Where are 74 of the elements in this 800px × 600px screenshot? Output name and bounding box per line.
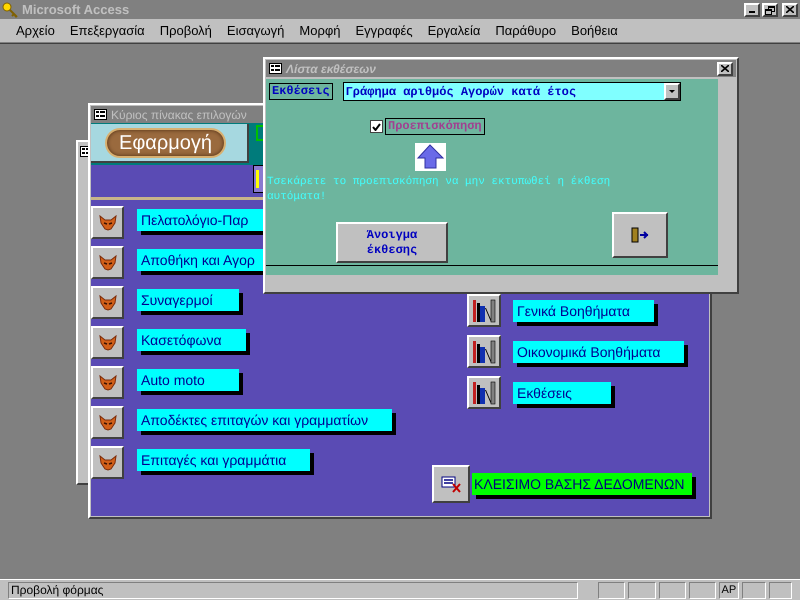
menu-item[interactable]: Βοήθεια: [571, 20, 618, 40]
menu-option-label: Auto moto: [137, 368, 239, 390]
fox-head-icon: [98, 334, 116, 350]
fox-head-icon: [98, 294, 116, 310]
window-title: Κύριος πίνακας επιλογών: [111, 106, 247, 124]
menu-item[interactable]: Αρχείο: [16, 20, 55, 40]
status-panel: [742, 582, 766, 598]
close-database-button[interactable]: [432, 465, 470, 503]
menu-option-label: Κασετόφωνα: [137, 328, 246, 350]
hint-text: Τσεκάρετε το προεπισκόπηση να μην εκτυπωθεί η έκθεση αυτόματα!: [266, 175, 612, 205]
status-text: Προβολή φόρμας: [8, 582, 578, 598]
fox-head-icon: [98, 214, 116, 230]
close-button[interactable]: [782, 2, 798, 16]
menu-option-label: Εκθέσεις: [513, 382, 611, 404]
books-button[interactable]: [467, 376, 501, 409]
application-button[interactable]: Εφαρμογή: [105, 128, 226, 158]
menu-item[interactable]: Προβολή: [160, 20, 212, 40]
check-icon: [372, 122, 381, 130]
books-button[interactable]: [467, 294, 501, 327]
fox-head-icon: [98, 254, 116, 270]
books-icon: [471, 298, 497, 324]
fox-head-icon: [98, 454, 116, 470]
books-button[interactable]: [467, 335, 501, 368]
report-combo-box[interactable]: Γράφημα αριθμός Αγορών κατά έτος: [342, 82, 681, 101]
status-panel: [628, 582, 656, 598]
menu-option-label: Αποδέκτες επιταγών και γραμματίων: [137, 408, 392, 430]
preview-checkbox[interactable]: [370, 120, 383, 133]
fox-button[interactable]: [91, 246, 124, 279]
up-arrow-icon: [415, 143, 446, 171]
fox-button[interactable]: [91, 406, 124, 439]
menu-item[interactable]: Μορφή: [299, 20, 341, 40]
menu-option-label: Επιταγές και γραμμάτια: [137, 448, 310, 470]
fox-head-icon: [98, 374, 116, 390]
status-indicator: AP: [719, 582, 740, 598]
reports-label: Εκθέσεις: [269, 83, 333, 100]
preview-label: Προεπισκόπηση: [385, 118, 485, 135]
fox-button[interactable]: [91, 326, 124, 359]
fox-head-icon: [98, 414, 116, 430]
window-title: Microsoft Access: [22, 0, 130, 19]
fox-button[interactable]: [91, 206, 124, 239]
status-panel: [598, 582, 626, 598]
fox-button[interactable]: [91, 286, 124, 319]
menu-item[interactable]: Εγγραφές: [356, 20, 413, 40]
close-database-label: ΚΛΕΙΣΙΜΟ ΒΑΣΗΣ ΔΕΔΟΜΕΝΩΝ: [472, 473, 692, 495]
close-icon: [721, 65, 729, 72]
menu-item[interactable]: Παράθυρο: [495, 20, 556, 40]
status-panel: [768, 582, 792, 598]
menu-item[interactable]: Εργαλεία: [428, 20, 480, 40]
menu-option-label: Γενικά Βοηθήματα: [513, 300, 654, 322]
menu-option-label: Συναγερμοί: [137, 288, 239, 310]
menu-item[interactable]: Επεξεργασία: [70, 20, 145, 40]
fox-button[interactable]: [91, 366, 124, 399]
menu-item[interactable]: Εισαγωγή: [226, 20, 284, 40]
menu-option-label: Οικονομικά Βοηθήματα: [513, 340, 684, 362]
form-icon: [94, 109, 107, 120]
exit-door-icon: [631, 227, 649, 243]
key-icon: [2, 2, 18, 18]
close-button[interactable]: [717, 62, 733, 76]
minimize-button[interactable]: [744, 2, 760, 16]
books-icon: [471, 380, 497, 406]
close-icon: [786, 6, 794, 13]
status-panel: [658, 582, 686, 598]
fox-button[interactable]: [91, 446, 124, 479]
open-report-button[interactable]: Άνοιγμα έκθεσης: [336, 222, 448, 263]
exit-button[interactable]: [612, 212, 668, 258]
caret-icon: [668, 90, 675, 93]
status-panel: [689, 582, 716, 598]
window-title: Λίστα εκθέσεων: [286, 60, 376, 78]
restore-button[interactable]: [762, 2, 778, 16]
dropdown-button[interactable]: [664, 83, 680, 100]
database-close-icon: [441, 475, 461, 493]
form-icon: [269, 63, 282, 74]
combo-value: Γράφημα αριθμός Αγορών κατά έτος: [344, 84, 578, 100]
books-icon: [471, 338, 497, 364]
